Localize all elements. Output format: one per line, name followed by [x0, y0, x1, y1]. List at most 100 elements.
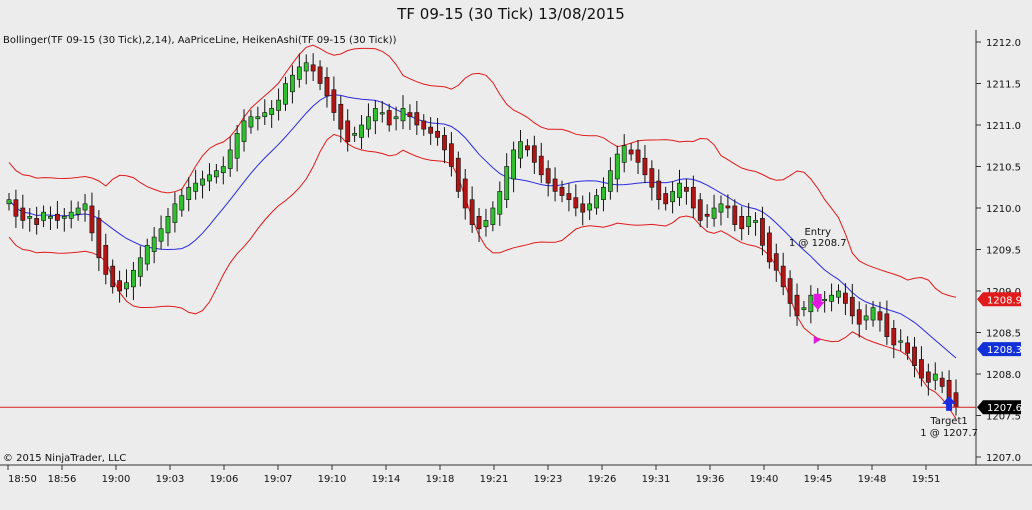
- candle-down: [635, 149, 641, 163]
- candle-up: [290, 74, 295, 93]
- candle-up: [61, 216, 67, 219]
- price-badge-label: 1207.6: [987, 403, 1022, 414]
- candle-down: [317, 66, 323, 84]
- entry-label: Entry: [804, 227, 831, 238]
- candle-up: [677, 182, 682, 198]
- candle-down: [642, 157, 648, 176]
- chart-container: 1212.01211.51211.01210.51210.01209.51209…: [0, 0, 1032, 510]
- candle-down: [538, 155, 544, 176]
- candle-up: [213, 170, 219, 178]
- candle-up: [614, 153, 620, 180]
- y-tick-label: 1210.5: [986, 163, 1021, 174]
- x-tick-label: 19:45: [804, 474, 833, 485]
- candle-up: [497, 191, 503, 215]
- candle-down: [684, 186, 689, 192]
- candle-down: [310, 64, 316, 72]
- x-tick-label: 18:56: [48, 474, 77, 485]
- candle-down: [442, 135, 447, 151]
- candle-down: [448, 143, 454, 167]
- x-tick-label: 19:10: [318, 474, 347, 485]
- candle-up: [594, 195, 599, 209]
- candle-down: [386, 110, 392, 126]
- x-tick-label: 19:31: [642, 474, 671, 485]
- candle-up: [352, 133, 358, 136]
- x-tick-label: 19:26: [588, 474, 617, 485]
- candle-down: [787, 278, 793, 304]
- candle-up: [165, 216, 171, 234]
- candle-up: [303, 62, 309, 72]
- indicator-label: Bollinger(TF 09-15 (30 Tick),2,14), AaPr…: [3, 35, 397, 46]
- candle-down: [338, 103, 344, 130]
- candle-down: [760, 218, 765, 246]
- candle-up: [829, 294, 834, 302]
- candle-up: [711, 207, 717, 219]
- candle-down: [732, 205, 738, 225]
- price-badge-label: 1208.9: [987, 295, 1022, 306]
- candle-down: [54, 213, 60, 221]
- candle-down: [559, 186, 565, 196]
- candle-up: [870, 307, 876, 321]
- y-tick-label: 1210.0: [986, 204, 1021, 215]
- candle-down: [531, 145, 537, 163]
- candle-up: [607, 170, 613, 192]
- chart-title: TF 09-15 (30 Tick) 13/08/2015: [396, 5, 625, 23]
- candle-up: [193, 182, 199, 192]
- chart-svg: 1212.01211.51211.01210.51210.01209.51209…: [0, 0, 1032, 510]
- candle-down: [690, 186, 696, 209]
- candle-up: [746, 216, 752, 227]
- candle-up: [601, 186, 606, 200]
- candle-up: [621, 145, 627, 163]
- candle-down: [725, 205, 731, 209]
- candle-up: [41, 211, 46, 221]
- candle-up: [48, 216, 53, 219]
- candle-up: [158, 228, 164, 242]
- candle-down: [912, 346, 917, 366]
- x-tick-label: 19:23: [534, 474, 563, 485]
- candle-down: [462, 178, 468, 209]
- candle-down: [89, 205, 95, 234]
- candle-up: [186, 186, 192, 200]
- candle-down: [476, 216, 482, 230]
- x-tick-label: 19:18: [426, 474, 455, 485]
- candle-down: [20, 207, 26, 221]
- candle-up: [144, 245, 150, 265]
- candle-up: [718, 203, 724, 213]
- candle-up: [511, 149, 517, 180]
- x-tick-label: 19:21: [480, 474, 509, 485]
- candle-up: [283, 83, 288, 105]
- candle-down: [345, 120, 351, 142]
- candle-up: [393, 116, 399, 120]
- candle-up: [248, 116, 254, 128]
- candle-down: [110, 265, 116, 288]
- candle-down: [697, 199, 703, 221]
- candle-down: [919, 359, 924, 379]
- candle-up: [172, 203, 178, 223]
- candle-down: [849, 296, 855, 317]
- candle-up: [207, 174, 212, 182]
- y-tick-label: 1209.5: [986, 246, 1021, 257]
- candle-up: [276, 99, 281, 111]
- candle-down: [428, 126, 434, 134]
- candle-up: [200, 178, 205, 186]
- candle-down: [525, 145, 530, 151]
- y-tick-label: 1212.0: [986, 38, 1021, 49]
- candle-up: [6, 199, 12, 205]
- candle-up: [68, 211, 74, 219]
- candle-down: [843, 292, 848, 304]
- x-tick-label: 19:06: [210, 474, 239, 485]
- candle-up: [863, 315, 869, 321]
- candle-down: [545, 168, 551, 184]
- candle-up: [262, 112, 268, 118]
- candle-up: [836, 290, 841, 298]
- candle-down: [34, 218, 40, 225]
- candle-up: [179, 195, 185, 211]
- candle-down: [628, 149, 634, 155]
- candle-down: [573, 197, 579, 209]
- copyright: © 2015 NinjaTrader, LLC: [3, 453, 126, 464]
- candle-down: [891, 328, 897, 346]
- candle-up: [227, 149, 233, 169]
- candle-up: [220, 166, 226, 174]
- candle-down: [566, 193, 572, 201]
- candle-down: [704, 213, 710, 217]
- candle-down: [939, 377, 945, 387]
